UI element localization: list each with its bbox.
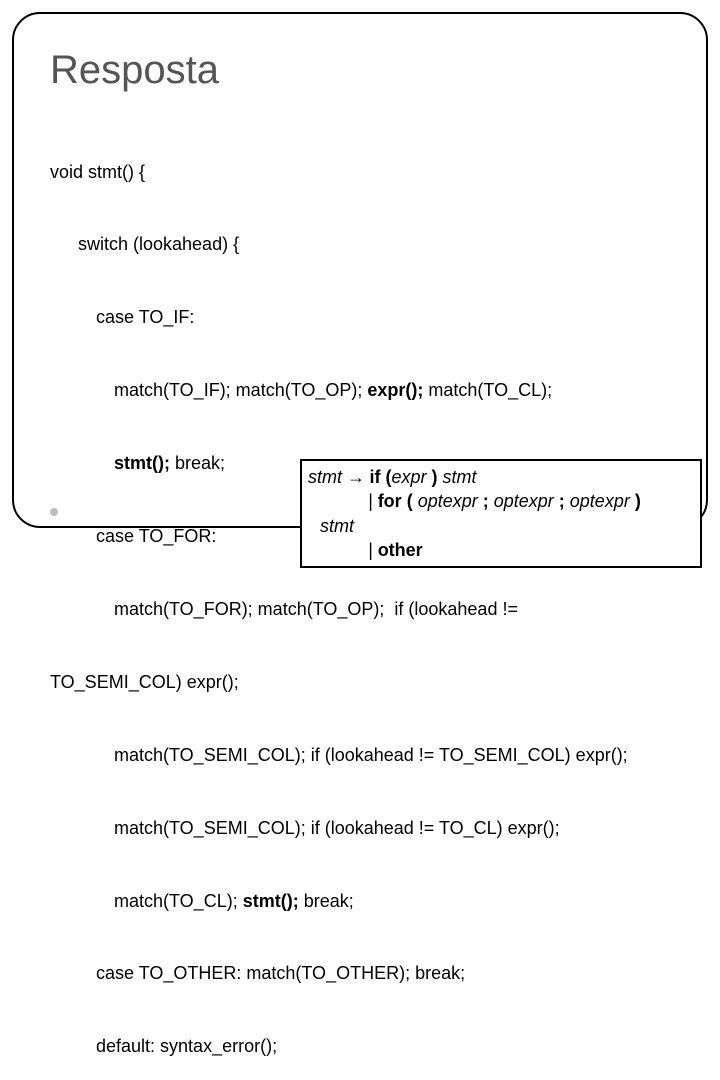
grammar-kw: if (: [370, 467, 392, 487]
code-line: case TO_IF:: [50, 305, 678, 329]
grammar-kw: ): [635, 491, 641, 511]
slide-title: Resposta: [50, 48, 678, 93]
grammar-kw: ;: [483, 491, 494, 511]
grammar-kw: ): [432, 467, 443, 487]
code-line: TO_SEMI_COL) expr();: [50, 670, 678, 694]
grammar-nt: optexpr: [418, 491, 483, 511]
code-text: match(TO_IF); match(TO_OP);: [114, 380, 367, 400]
code-line: match(TO_FOR); match(TO_OP); if (lookahe…: [50, 597, 678, 621]
code-line: match(TO_CL); stmt(); break;: [50, 889, 678, 913]
code-line: case TO_OTHER: match(TO_OTHER); break;: [50, 961, 678, 985]
grammar-row: stmt: [308, 514, 694, 538]
grammar-nt: optexpr: [494, 491, 559, 511]
code-bold: stmt();: [114, 453, 170, 473]
grammar-kw: other: [378, 540, 423, 560]
code-bold: stmt();: [243, 891, 299, 911]
code-text: break;: [170, 453, 225, 473]
grammar-kw: for: [378, 491, 402, 511]
grammar-box: stmt → if (expr ) stmt | for ( optexpr ;…: [300, 459, 702, 568]
grammar-nt: stmt: [320, 516, 354, 536]
code-line: match(TO_IF); match(TO_OP); expr(); matc…: [50, 378, 678, 402]
code-line: switch (lookahead) {: [50, 232, 678, 256]
slide-marker-dot: [50, 508, 58, 516]
code-line: match(TO_SEMI_COL); if (lookahead != TO_…: [50, 743, 678, 767]
grammar-row: stmt → if (expr ) stmt: [308, 465, 694, 489]
grammar-nt: stmt: [308, 467, 342, 487]
code-line: void stmt() {: [50, 160, 678, 184]
grammar-row: | for ( optexpr ; optexpr ; optexpr ): [308, 489, 694, 513]
slide: Resposta void stmt() { switch (lookahead…: [0, 0, 720, 540]
grammar-row: | other: [308, 538, 694, 562]
grammar-sep: |: [368, 540, 378, 560]
grammar-sep: |: [368, 491, 378, 511]
grammar-nt: expr: [392, 467, 432, 487]
code-text: match(TO_CL);: [423, 380, 552, 400]
code-text: match(TO_CL);: [114, 891, 243, 911]
code-block: void stmt() { switch (lookahead) { case …: [50, 111, 678, 1080]
code-line: match(TO_SEMI_COL); if (lookahead != TO_…: [50, 816, 678, 840]
code-bold: expr();: [367, 380, 423, 400]
grammar-kw: ;: [559, 491, 570, 511]
code-line: default: syntax_error();: [50, 1034, 678, 1058]
grammar-nt: optexpr: [570, 491, 635, 511]
grammar-nt: stmt: [443, 467, 477, 487]
grammar-kw: (: [402, 491, 418, 511]
code-text: break;: [299, 891, 354, 911]
arrow-icon: →: [347, 467, 370, 487]
slide-frame: Resposta void stmt() { switch (lookahead…: [12, 12, 708, 528]
